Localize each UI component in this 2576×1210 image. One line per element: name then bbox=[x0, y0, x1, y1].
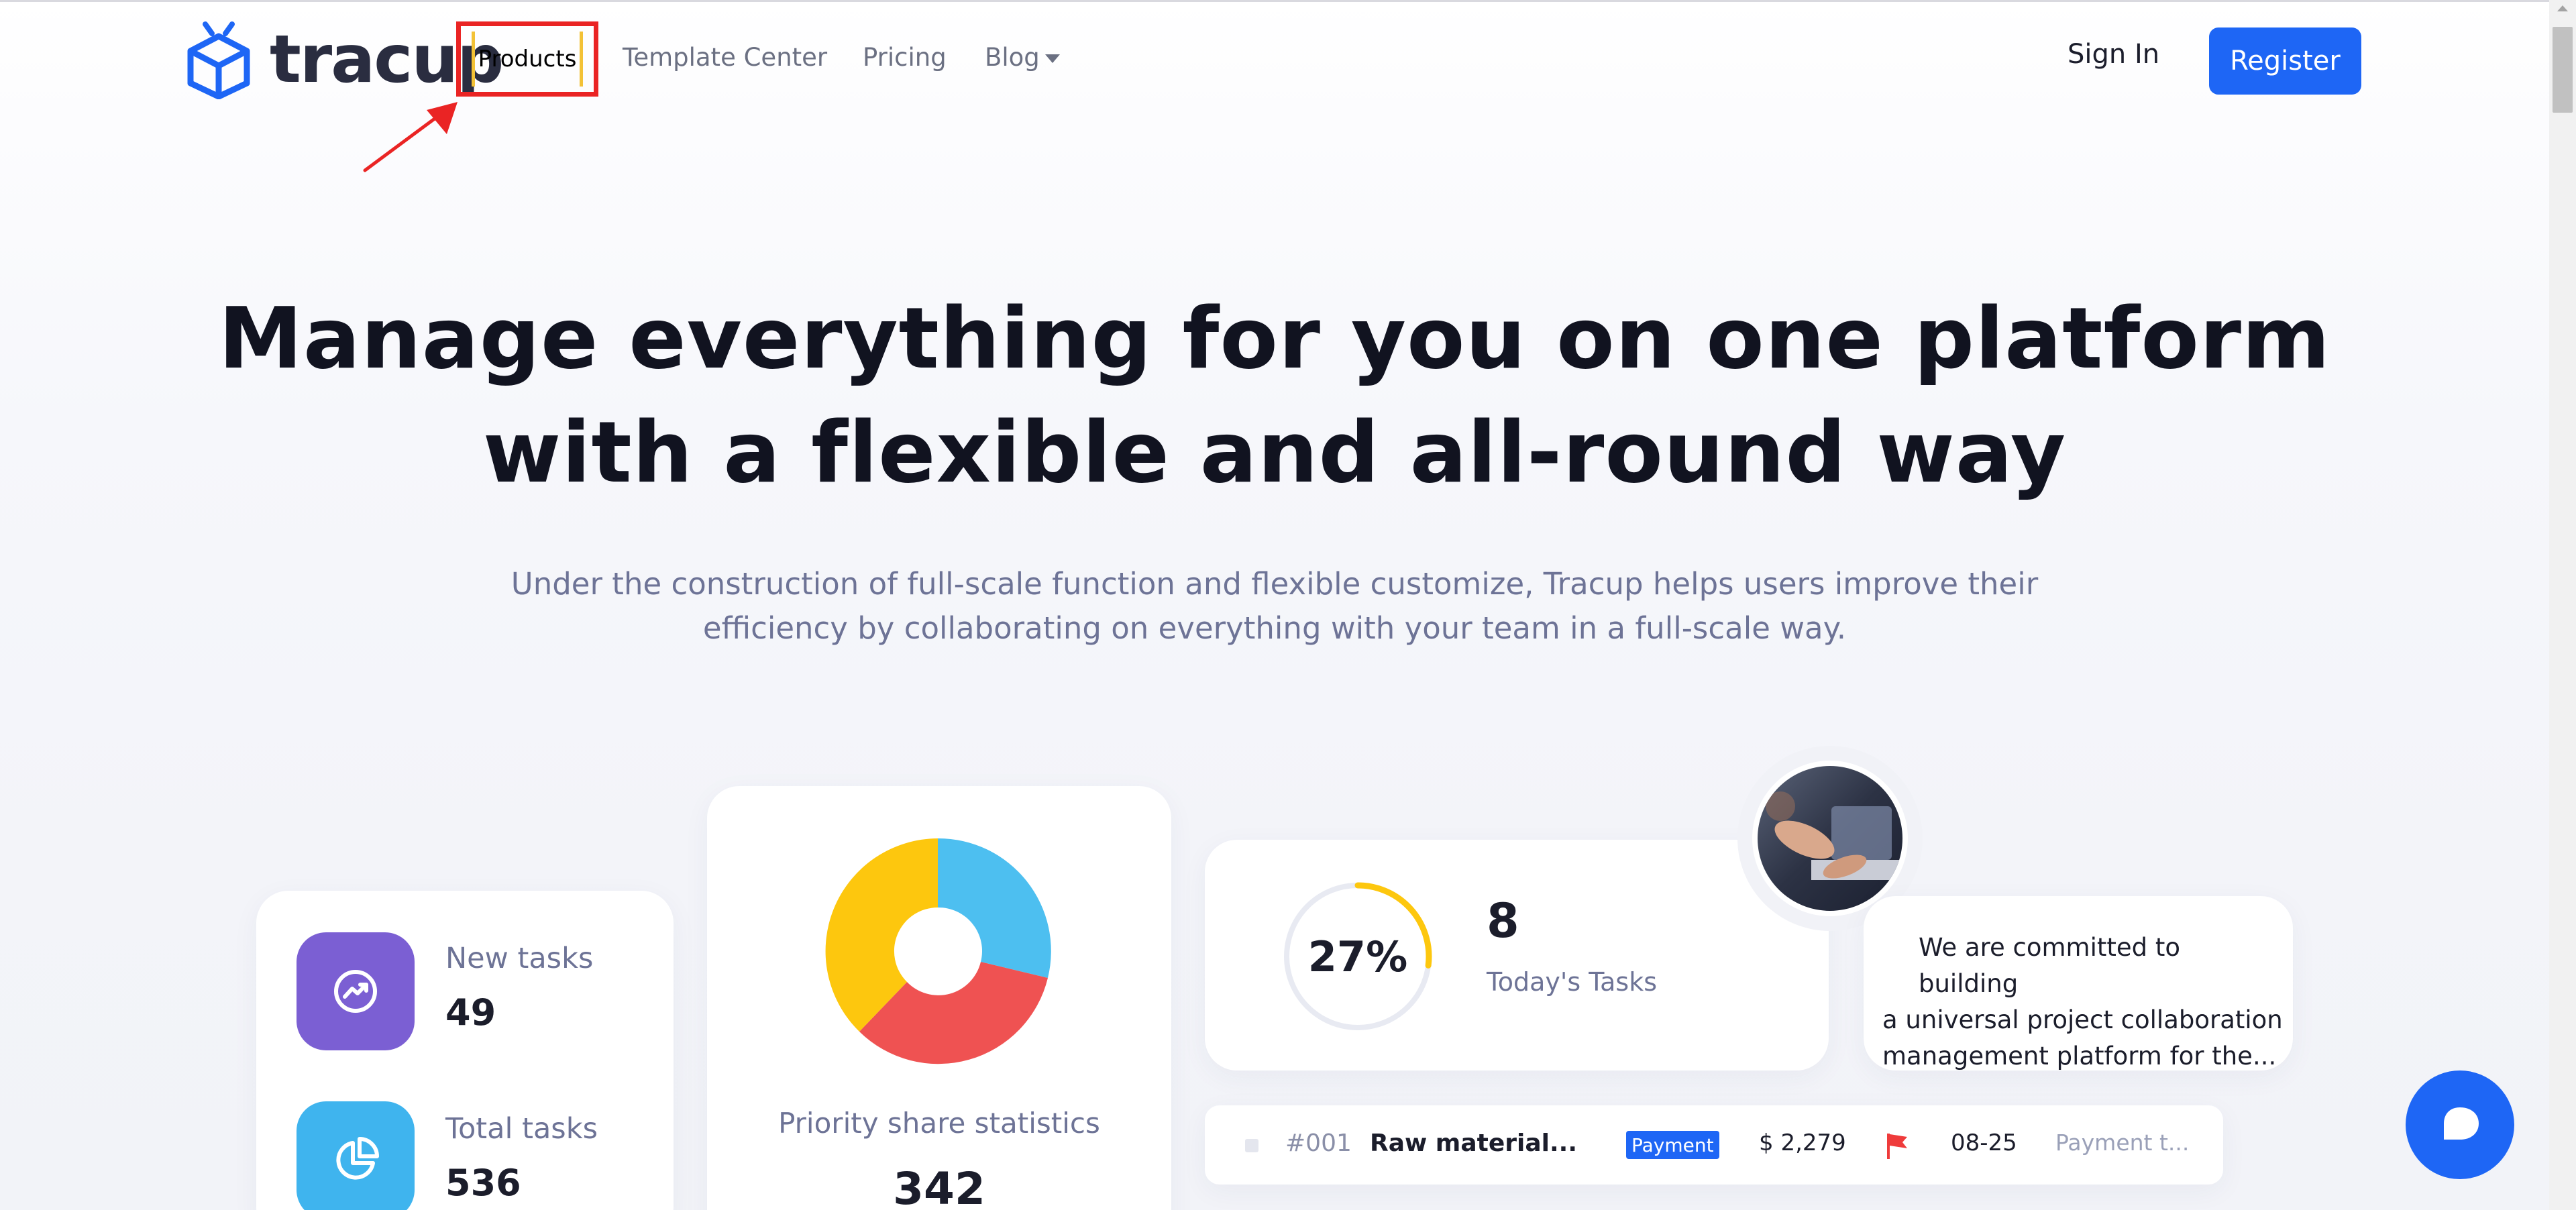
row-badge: Payment bbox=[1626, 1131, 1719, 1159]
nav-template-center[interactable]: Template Center bbox=[623, 43, 827, 72]
priority-label: Priority share statistics bbox=[778, 1107, 1100, 1140]
priority-value: 342 bbox=[893, 1163, 985, 1210]
nav-pricing[interactable]: Pricing bbox=[863, 43, 947, 72]
nav-products[interactable]: Products bbox=[456, 21, 598, 97]
nav-blog-label: Blog bbox=[985, 43, 1040, 72]
row-checkbox[interactable] bbox=[1245, 1139, 1258, 1152]
new-tasks-icon-tile bbox=[297, 932, 415, 1050]
today-tasks-count: 8 bbox=[1487, 893, 1519, 948]
row-name: Raw material... bbox=[1370, 1130, 1577, 1157]
row-status: Payment t... bbox=[2055, 1130, 2190, 1156]
hero-title-line2: with a flexible and all-round way bbox=[482, 403, 2067, 502]
quote-line1: We are committed to building bbox=[1919, 933, 2181, 998]
today-tasks-card: 27% 8 Today's Tasks bbox=[1205, 840, 1829, 1070]
quote-line3: management platform for the... bbox=[1882, 1042, 2277, 1070]
table-row[interactable]: #001 Raw material... Payment $ 2,279 08-… bbox=[1205, 1105, 2223, 1185]
row-id: #001 bbox=[1285, 1130, 1352, 1157]
quote-text: We are committed to building a universal… bbox=[1882, 930, 2285, 1075]
nav-blog[interactable]: Blog bbox=[985, 43, 1060, 72]
hero-subtitle: Under the construction of full-scale fun… bbox=[470, 562, 2080, 651]
register-button[interactable]: Register bbox=[2209, 28, 2361, 95]
trend-up-icon bbox=[334, 970, 377, 1013]
today-tasks-label: Today's Tasks bbox=[1487, 967, 1658, 997]
flag-icon bbox=[1887, 1134, 1907, 1159]
progress-percent: 27% bbox=[1307, 932, 1408, 981]
stats-card: New tasks 49 Total tasks 536 bbox=[256, 891, 674, 1210]
donut-segment-blue bbox=[938, 838, 1051, 978]
page: tracup Products Template Center Pricing … bbox=[0, 0, 2549, 1210]
pie-chart-icon bbox=[336, 1137, 379, 1180]
avatar bbox=[1752, 761, 1908, 916]
row-amount: $ 2,279 bbox=[1759, 1130, 1846, 1156]
scroll-up-arrow-icon[interactable] bbox=[2557, 5, 2568, 11]
chat-button[interactable] bbox=[2406, 1070, 2514, 1179]
annotation-arrow-icon bbox=[363, 102, 458, 172]
chat-bubble-icon bbox=[2444, 1107, 2479, 1140]
priority-donut-chart bbox=[825, 838, 1051, 1064]
sign-in-link[interactable]: Sign In bbox=[2068, 39, 2159, 70]
hero-subtitle-line1: Under the construction of full-scale fun… bbox=[511, 566, 2039, 602]
new-tasks-label: New tasks bbox=[445, 942, 594, 975]
vertical-scrollbar[interactable] bbox=[2549, 0, 2576, 1210]
new-tasks-value: 49 bbox=[445, 991, 496, 1034]
nav-products-label: Products bbox=[478, 46, 577, 72]
hero-subtitle-line2: efficiency by collaborating on everythin… bbox=[702, 610, 1847, 646]
row-date: 08-25 bbox=[1951, 1130, 2017, 1156]
team-photo-image bbox=[1758, 766, 1905, 911]
caret-down-icon bbox=[1044, 54, 1060, 63]
scroll-thumb[interactable] bbox=[2553, 27, 2573, 113]
total-tasks-value: 536 bbox=[445, 1162, 521, 1204]
top-border bbox=[0, 0, 2549, 2]
cube-logo-icon bbox=[187, 21, 250, 99]
priority-card: Priority share statistics 342 bbox=[707, 786, 1171, 1210]
total-tasks-icon-tile bbox=[297, 1101, 415, 1210]
quote-card: We are committed to building a universal… bbox=[1864, 896, 2293, 1070]
total-tasks-label: Total tasks bbox=[445, 1112, 598, 1146]
hero-title: Manage everything for you on one platfor… bbox=[201, 282, 2348, 510]
logo[interactable]: tracup bbox=[182, 20, 504, 99]
hero-title-line1: Manage everything for you on one platfor… bbox=[218, 289, 2331, 388]
quote-line2: a universal project collaboration bbox=[1882, 1005, 2283, 1034]
